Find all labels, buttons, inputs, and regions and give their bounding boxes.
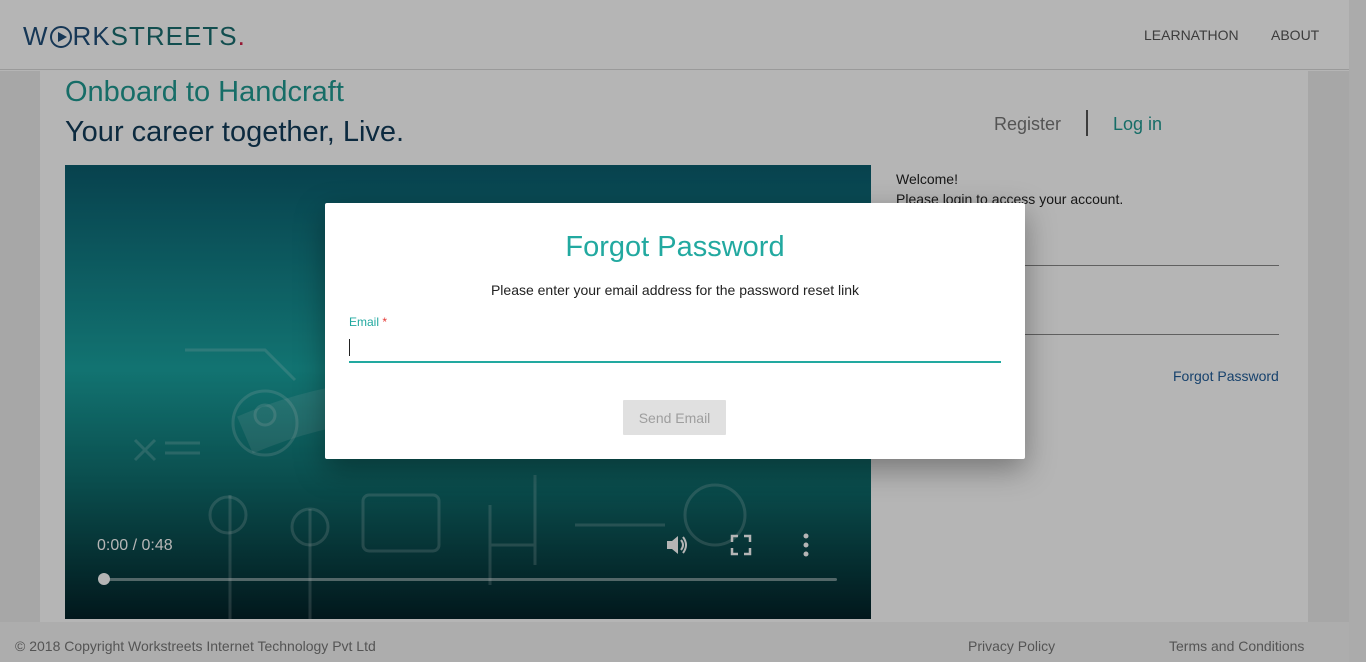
email-label-text: Email	[349, 315, 380, 329]
dialog-title: Forgot Password	[565, 231, 785, 263]
forgot-password-dialog: Forgot Password Please enter your email …	[325, 203, 1025, 459]
send-email-button[interactable]: Send Email	[623, 400, 726, 435]
dialog-instructions: Please enter your email address for the …	[490, 282, 860, 298]
email-input[interactable]	[349, 335, 1001, 363]
required-asterisk: *	[382, 315, 388, 329]
email-label: Email *	[349, 315, 387, 329]
text-caret	[349, 339, 350, 356]
